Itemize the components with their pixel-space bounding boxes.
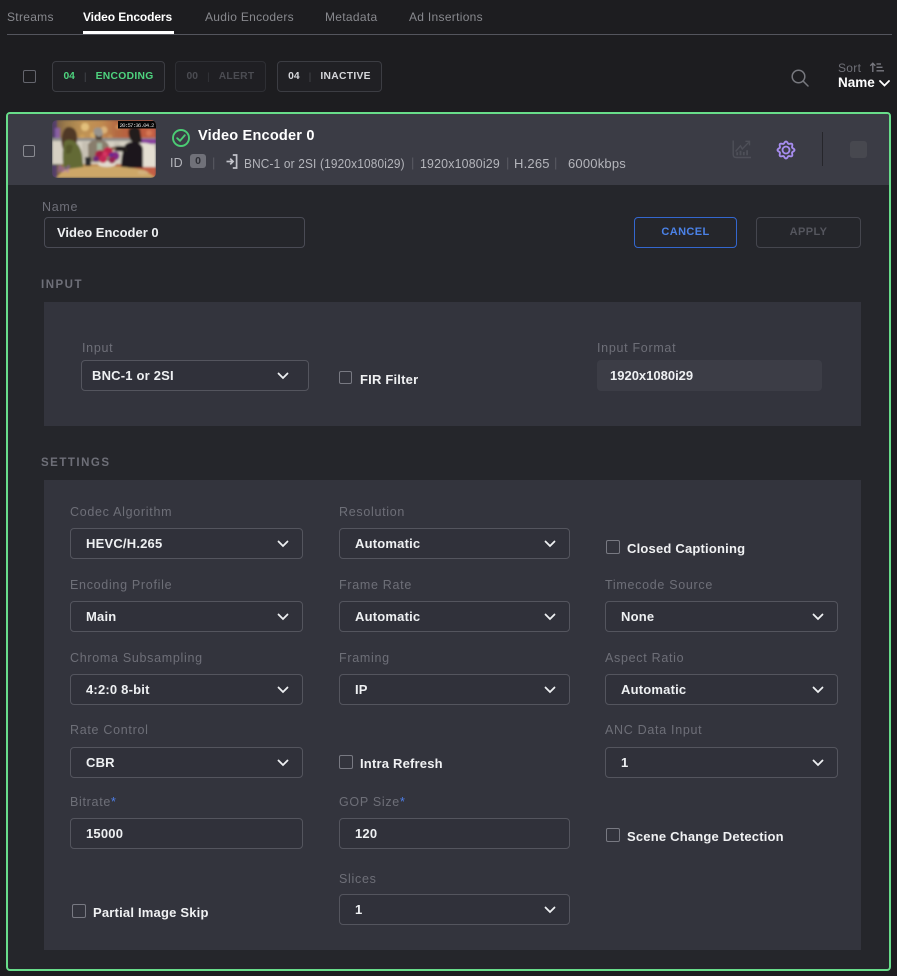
svg-text:20:57:36.04.2: 20:57:36.04.2 [120, 122, 156, 129]
svg-text:ƕℓ: ƕℓ [58, 164, 70, 175]
svg-text:style: style [138, 170, 149, 176]
